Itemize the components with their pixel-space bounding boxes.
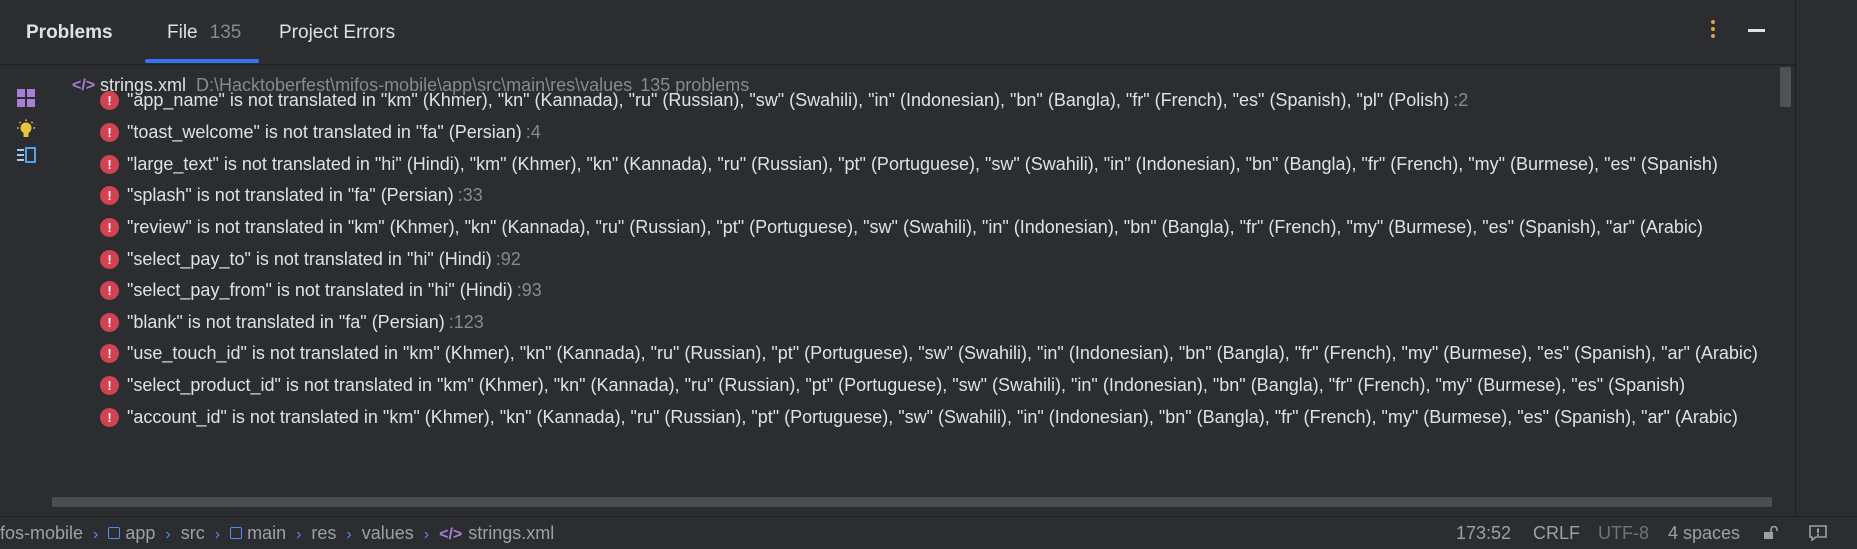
error-icon: ! <box>100 281 119 300</box>
active-tab-indicator <box>145 59 259 63</box>
module-icon <box>108 527 121 539</box>
status-bar: fos-mobile › app › src › main › res › values › </> st… <box>0 516 1857 549</box>
tab-project-errors[interactable]: Project Errors <box>279 22 395 44</box>
breadcrumb-file[interactable]: strings.xml <box>468 523 554 543</box>
module-icon <box>230 527 243 539</box>
chevron-right-icon: › <box>296 526 302 543</box>
problem-row[interactable]: ! "app_name" is not translated in "km" (K… <box>100 90 1468 116</box>
vertical-scrollbar[interactable] <box>1780 67 1791 107</box>
problem-line: :93 <box>516 280 542 300</box>
problem-text: "toast_welcome" is not translated in "fa… <box>127 122 522 142</box>
breadcrumb-project[interactable]: fos-mobile <box>0 523 83 543</box>
panel-title: Problems <box>26 22 113 43</box>
chevron-right-icon: › <box>346 526 352 543</box>
xml-file-icon: </> <box>72 77 96 94</box>
problem-row[interactable]: ! "select_product_id" is not translated i… <box>100 375 1689 401</box>
problem-row[interactable]: ! "large_text" is not translated in "hi" … <box>100 154 1722 180</box>
problems-tree: </> strings.xml D:\Hacktoberfest\mifos-mob… <box>52 65 1795 506</box>
breadcrumb-values[interactable]: values <box>362 523 414 543</box>
problems-header: Problems File 135 Project Errors <box>0 0 1795 65</box>
breadcrumb-main[interactable]: main <box>247 523 286 543</box>
left-toolbar <box>0 65 52 506</box>
indent-setting[interactable]: 4 spaces <box>1668 523 1740 544</box>
problem-text: "splash" is not translated in "fa" (Pers… <box>127 185 454 205</box>
chevron-right-icon: › <box>93 526 99 543</box>
file-encoding[interactable]: UTF-8 <box>1598 523 1649 544</box>
problem-text: "select_product_id" is not translated in… <box>127 375 1686 395</box>
problem-text: "review" is not translated in "km" (Khme… <box>127 217 1703 237</box>
error-icon: ! <box>100 123 119 142</box>
breadcrumb-src[interactable]: src <box>181 523 205 543</box>
error-icon: ! <box>100 186 119 205</box>
group-by-icon[interactable] <box>15 87 37 109</box>
problem-line: :33 <box>457 185 483 205</box>
problem-text: "blank" is not translated in "fa" (Persi… <box>127 312 445 332</box>
more-options-icon[interactable] <box>1710 20 1716 42</box>
problem-text: "select_pay_from" is not translated in "… <box>127 280 513 300</box>
chevron-right-icon: › <box>214 526 221 543</box>
problem-row[interactable]: ! "splash" is not translated in "fa" (Per… <box>100 185 483 211</box>
error-icon: ! <box>100 408 119 427</box>
tab-file-label: File <box>167 22 198 43</box>
line-ending[interactable]: CRLF <box>1533 523 1580 544</box>
error-icon: ! <box>100 91 119 110</box>
error-icon: ! <box>100 155 119 174</box>
cursor-position[interactable]: 173:52 <box>1456 523 1511 544</box>
problem-line: :123 <box>448 312 484 332</box>
xml-file-icon: </> <box>439 526 463 543</box>
problem-row[interactable]: ! "use_touch_id" is not translated in "km… <box>100 343 1762 369</box>
tab-file[interactable]: File 135 <box>167 22 241 44</box>
problem-text: "account_id" is not translated in "km" (… <box>127 407 1738 427</box>
error-icon: ! <box>100 344 119 363</box>
minimize-icon[interactable] <box>1748 29 1765 32</box>
breadcrumb: fos-mobile › app › src › main › res › values › </> st… <box>0 523 554 544</box>
error-icon: ! <box>100 313 119 332</box>
problem-line: :92 <box>495 249 521 269</box>
chevron-right-icon: › <box>165 526 171 543</box>
problem-row[interactable]: ! "toast_welcome" is not translated in "f… <box>100 122 541 148</box>
error-icon: ! <box>100 376 119 395</box>
problem-text: "select_pay_to" is not translated in "hi… <box>127 249 492 269</box>
chevron-right-icon: › <box>423 526 430 543</box>
horizontal-scrollbar[interactable] <box>52 497 1772 507</box>
problem-line: :4 <box>525 122 541 142</box>
breadcrumb-app[interactable]: app <box>125 523 155 543</box>
problem-row[interactable]: ! "blank" is not translated in "fa" (Pers… <box>100 312 484 338</box>
tab-file-count: 135 <box>209 22 242 43</box>
breadcrumb-res[interactable]: res <box>311 523 336 543</box>
lightbulb-icon[interactable] <box>15 119 37 141</box>
problem-row[interactable]: ! "select_pay_to" is not translated in "h… <box>100 249 521 275</box>
problem-row[interactable]: ! "review" is not translated in "km" (Khm… <box>100 217 1707 243</box>
right-tool-strip <box>1795 0 1857 548</box>
problem-line: :2 <box>1453 90 1469 110</box>
notifications-icon[interactable] <box>1809 525 1827 541</box>
unlock-icon[interactable] <box>1763 526 1779 540</box>
error-icon: ! <box>100 250 119 269</box>
problem-text: "large_text" is not translated in "hi" (… <box>127 154 1718 174</box>
preview-icon[interactable] <box>15 145 37 167</box>
problem-text: "app_name" is not translated in "km" (Kh… <box>127 90 1450 110</box>
problem-row[interactable]: ! "account_id" is not translated in "km" … <box>100 407 1742 433</box>
problem-text: "use_touch_id" is not translated in "km"… <box>127 343 1758 363</box>
problem-row[interactable]: ! "select_pay_from" is not translated in … <box>100 280 542 306</box>
error-icon: ! <box>100 218 119 237</box>
